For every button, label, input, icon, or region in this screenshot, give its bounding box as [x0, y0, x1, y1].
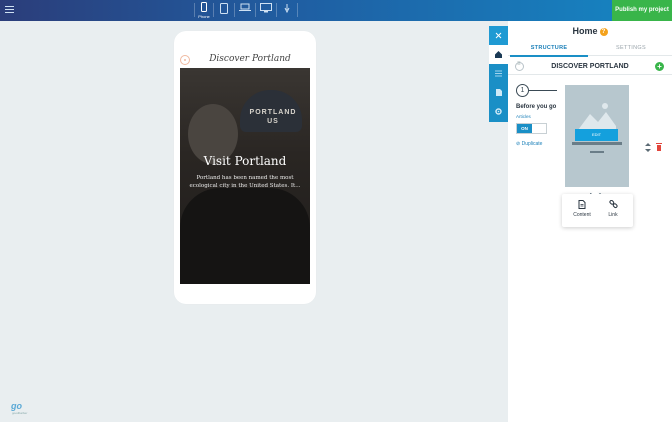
top-bar: Phone Publish my project — [0, 0, 672, 21]
tab-settings[interactable]: SETTINGS — [590, 45, 672, 51]
thumbnail-bar — [572, 142, 622, 145]
rail-list-button[interactable] — [489, 64, 508, 83]
tab-structure[interactable]: STRUCTURE — [508, 45, 590, 51]
rail-settings-button[interactable] — [489, 102, 508, 121]
panel-tabs: STRUCTURE SETTINGS — [508, 43, 672, 57]
device-tablet-button[interactable] — [216, 3, 232, 19]
divider — [297, 3, 298, 17]
popover-link-option[interactable]: Link — [598, 198, 628, 224]
phone-icon — [201, 2, 207, 12]
app-logo-icon — [180, 55, 190, 65]
item-thumbnail[interactable]: EDIT — [565, 85, 629, 195]
rail-page-button[interactable] — [489, 83, 508, 102]
help-icon[interactable]: ? — [599, 28, 608, 36]
device-laptop-button[interactable] — [237, 3, 253, 19]
image-placeholder-icon — [578, 103, 616, 130]
jacket-shape — [180, 188, 310, 284]
hero-image[interactable]: PORTLAND US Visit Portland Portland has … — [180, 68, 310, 284]
popover-link-label: Link — [608, 212, 618, 218]
thumbnail-bar-small — [590, 151, 604, 153]
rail-home-button[interactable] — [489, 45, 508, 64]
thumbnail-pagination — [590, 182, 606, 195]
cap-text-line2: US — [267, 118, 279, 125]
settings-icon — [495, 108, 502, 115]
item-type: Articles — [516, 114, 531, 119]
add-content-popover: Content Link — [562, 190, 633, 227]
side-rail — [489, 26, 508, 122]
duplicate-label: Duplicate — [521, 141, 543, 147]
divider — [234, 3, 235, 17]
duplicate-link[interactable]: ⊘ Duplicate — [516, 141, 542, 147]
goodbarber-logo-subtext: goodbarber — [12, 411, 28, 415]
hero-text: Portland has been named the most ecologi… — [189, 175, 301, 189]
document-icon — [578, 200, 586, 209]
item-name: Before you go — [516, 104, 557, 110]
device-desktop-button[interactable] — [258, 3, 274, 19]
reorder-icon[interactable] — [645, 143, 651, 152]
publish-project-button[interactable]: Publish my project — [612, 0, 672, 21]
hamburger-menu-icon[interactable] — [5, 6, 14, 15]
thumbnail-edit-button[interactable]: EDIT — [575, 129, 618, 141]
cap-text-line1: PORTLAND — [249, 109, 297, 116]
section-header: DISCOVER PORTLAND + — [508, 59, 672, 75]
panel-title-text: Home — [572, 26, 598, 36]
home-icon — [495, 51, 502, 58]
panel-title: Home? — [508, 26, 672, 36]
divider — [255, 3, 256, 17]
popover-content-label: Content — [573, 212, 591, 218]
divider — [276, 3, 277, 17]
tablet-icon — [220, 3, 228, 14]
list-icon — [495, 70, 502, 77]
page-icon — [496, 89, 502, 96]
device-touch-button[interactable] — [279, 3, 295, 19]
item-index: 1 — [516, 84, 529, 97]
cap-text: PORTLAND US — [248, 108, 298, 126]
desktop-icon — [260, 3, 272, 13]
toggle-on-label: ON — [517, 124, 532, 133]
touch-icon — [284, 4, 290, 13]
hero-title: Visit Portland — [203, 154, 287, 168]
site-title: Discover Portland — [209, 54, 291, 64]
popover-content-option[interactable]: Content — [567, 198, 597, 224]
close-icon — [495, 32, 502, 39]
laptop-icon — [239, 3, 251, 11]
link-icon — [608, 200, 618, 209]
divider — [213, 3, 214, 17]
section-title: DISCOVER PORTLAND — [551, 63, 629, 70]
close-panel-button[interactable] — [489, 26, 508, 45]
add-item-button[interactable]: + — [655, 62, 664, 71]
device-phone-button[interactable]: Phone — [196, 2, 212, 19]
trash-icon[interactable] — [656, 143, 662, 151]
phone-preview: Discover Portland PORTLAND US Visit Port… — [174, 31, 316, 304]
structure-item: 1 Before you go Articles ON ⊘ Duplicate … — [508, 79, 672, 197]
item-visibility-toggle[interactable]: ON — [516, 123, 547, 134]
item-index-line — [529, 90, 557, 91]
active-tab-indicator — [510, 55, 588, 57]
